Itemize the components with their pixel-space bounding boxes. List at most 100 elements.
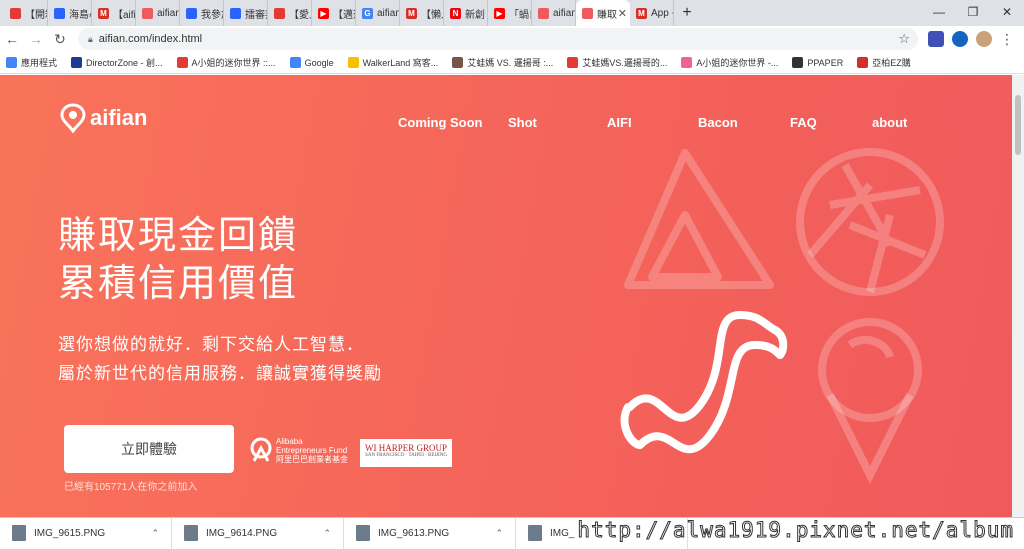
download-item[interactable]: IMG_9613.PNG ⌃ xyxy=(344,517,516,549)
menu-icon[interactable]: ⋮ xyxy=(1000,31,1014,47)
bookmark-item[interactable]: PPAPER xyxy=(792,57,843,68)
reload-icon[interactable]: ↻ xyxy=(48,31,72,48)
bookmark-label: PPAPER xyxy=(807,57,844,68)
watermark-text: http://alwa1919.pixnet.net/album xyxy=(577,518,1014,543)
bookmark-item[interactable]: 應用程式 xyxy=(6,56,57,69)
browser-tab[interactable]: ▶ 【邁逝 xyxy=(312,0,356,26)
bookmark-item[interactable]: 艾蛙媽VS.邏揚哥的... xyxy=(567,56,667,69)
browser-tab[interactable]: 【開箱 xyxy=(4,0,48,26)
browser-tab[interactable]: aifian xyxy=(532,0,576,26)
bookmark-item[interactable]: WalkerLand 窩客... xyxy=(347,56,438,69)
bookmark-label: 艾蛙媽 VS. 邏揚哥 :... xyxy=(467,58,554,68)
wi-harper-name: WI HARPER GROUP xyxy=(364,443,447,453)
tab-label: 【懶人 xyxy=(421,9,443,21)
scrollbar-thumb[interactable] xyxy=(1015,95,1021,155)
profile-avatar[interactable] xyxy=(976,31,992,47)
image-file-icon xyxy=(356,525,370,541)
nav-coming-soon[interactable]: Coming Soon xyxy=(398,115,508,130)
browser-tab[interactable]: 我參加 xyxy=(180,0,224,26)
tab-label: aifian xyxy=(553,7,576,19)
nav-aifi[interactable]: AIFI xyxy=(607,115,698,130)
aifi-triangle-icon xyxy=(624,149,774,289)
download-filename: IMG_9614.PNG xyxy=(206,527,278,539)
browser-tab[interactable]: 【愛上 xyxy=(268,0,312,26)
ice-cream-icon xyxy=(818,318,922,484)
page-scrollbar[interactable] xyxy=(1012,75,1024,517)
browser-tab[interactable]: ▶ 「蝸日 xyxy=(488,0,532,26)
chevron-up-icon[interactable]: ⌃ xyxy=(151,528,159,539)
nav-shot[interactable]: Shot xyxy=(508,115,607,130)
browser-tab[interactable]: Gaifian xyxy=(356,0,400,26)
url-text: aifian.com/index.html xyxy=(98,33,203,45)
address-bar-row: ← → ↻ 🔒︎ aifian.com/index.html ☆ ⋮ xyxy=(0,26,1024,52)
browser-tab[interactable]: M 【aifia xyxy=(92,0,136,26)
tab-label: 我參加 xyxy=(201,9,223,21)
maximize-button[interactable]: ❐ xyxy=(956,0,990,26)
browser-tab[interactable]: 賺取 ✕ xyxy=(576,0,630,26)
wi-harper-logo: WI HARPER GROUP SAN FRANCISCO · TAIPEI ·… xyxy=(360,439,452,467)
tab-label: 【愛上 xyxy=(289,9,311,21)
tab-favicon xyxy=(230,7,241,19)
bookmark-item[interactable]: 艾蛙媽 VS. 邏揚哥 :... xyxy=(452,56,553,69)
nav-faq[interactable]: FAQ xyxy=(790,115,872,130)
url-field[interactable]: 🔒︎ aifian.com/index.html ☆ xyxy=(78,28,918,50)
extension-icon[interactable] xyxy=(928,31,944,47)
alibaba-logo-icon xyxy=(250,437,272,462)
download-filename: IMG_ xyxy=(550,527,575,539)
tab-label: 海島心 xyxy=(69,9,91,21)
subtitle-line-1: 選你想做的就好．剩下交給人工智慧． xyxy=(58,335,364,354)
alibaba-subname: Entrepreneurs Fund xyxy=(276,445,348,455)
new-tab-button[interactable]: + xyxy=(674,0,700,26)
bookmark-item[interactable]: A小姐的迷你世界 ::... xyxy=(176,56,276,69)
close-window-button[interactable]: ✕ xyxy=(990,0,1024,26)
extensions: ⋮ xyxy=(928,31,1014,47)
bookmark-item[interactable]: Google xyxy=(289,57,334,68)
tab-favicon xyxy=(274,7,285,19)
tab-favicon: M xyxy=(98,7,109,19)
browser-tab[interactable]: M App - xyxy=(630,0,674,26)
bookmark-item[interactable]: A小姐的迷你世界 -... xyxy=(681,56,778,69)
tab-label: 【aifia xyxy=(113,9,136,21)
subtitle-line-2: 屬於新世代的信用服務．讓誠實獲得獎勵 xyxy=(58,364,382,383)
bookmark-star-icon[interactable]: ☆ xyxy=(898,31,910,47)
alibaba-cn-name: 阿里巴巴創業者基金 xyxy=(276,454,348,464)
download-item[interactable]: IMG_9615.PNG ⌃ xyxy=(0,517,172,549)
site-logo[interactable]: aifian xyxy=(60,103,147,133)
bookmark-label: Google xyxy=(304,57,334,68)
tab-label: aifian xyxy=(157,7,180,19)
tab-label: 擂審邦 xyxy=(245,9,267,21)
minimize-button[interactable]: — xyxy=(922,0,956,26)
browser-tab[interactable]: M 【懶人 xyxy=(400,0,444,26)
browser-tab[interactable]: 擂審邦 xyxy=(224,0,268,26)
forward-icon[interactable]: → xyxy=(24,31,48,47)
browser-tab[interactable]: aifian xyxy=(136,0,180,26)
window-controls: — ❐ ✕ xyxy=(922,0,1024,26)
headline-line-1: 賺取現金回饋 xyxy=(58,215,299,257)
tab-close-icon[interactable]: ✕ xyxy=(618,7,627,20)
tab-favicon: M xyxy=(636,7,647,19)
try-now-button[interactable]: 立即體驗 xyxy=(64,425,234,473)
bookmark-item[interactable]: 亞柏EZ購 xyxy=(857,56,911,69)
download-filename: IMG_9615.PNG xyxy=(34,527,106,539)
chevron-up-icon[interactable]: ⌃ xyxy=(495,528,503,539)
bookmark-favicon xyxy=(71,57,83,68)
nav-bacon[interactable]: Bacon xyxy=(698,115,790,130)
bookmark-item[interactable]: DirectorZone - 創... xyxy=(71,56,163,69)
browser-tab[interactable]: 海島心 xyxy=(48,0,92,26)
download-item[interactable]: IMG_9614.PNG ⌃ xyxy=(172,517,344,549)
nav-about[interactable]: about xyxy=(872,115,907,130)
extension-icon[interactable] xyxy=(952,31,968,47)
tab-favicon xyxy=(538,7,549,19)
tab-favicon xyxy=(10,7,21,19)
tab-favicon: N xyxy=(450,7,461,19)
chevron-up-icon[interactable]: ⌃ xyxy=(323,528,331,539)
bookmark-favicon xyxy=(289,57,301,68)
bookmark-label: 亞柏EZ購 xyxy=(872,58,911,68)
tab-label: 「蝸日 xyxy=(509,9,531,21)
tab-label: App - xyxy=(651,7,674,19)
bookmark-favicon xyxy=(176,57,188,68)
tab-favicon: M xyxy=(406,7,417,19)
browser-tab[interactable]: N 新創 A xyxy=(444,0,488,26)
back-icon[interactable]: ← xyxy=(0,31,24,47)
bookmark-label: 艾蛙媽VS.邏揚哥的... xyxy=(582,58,668,68)
